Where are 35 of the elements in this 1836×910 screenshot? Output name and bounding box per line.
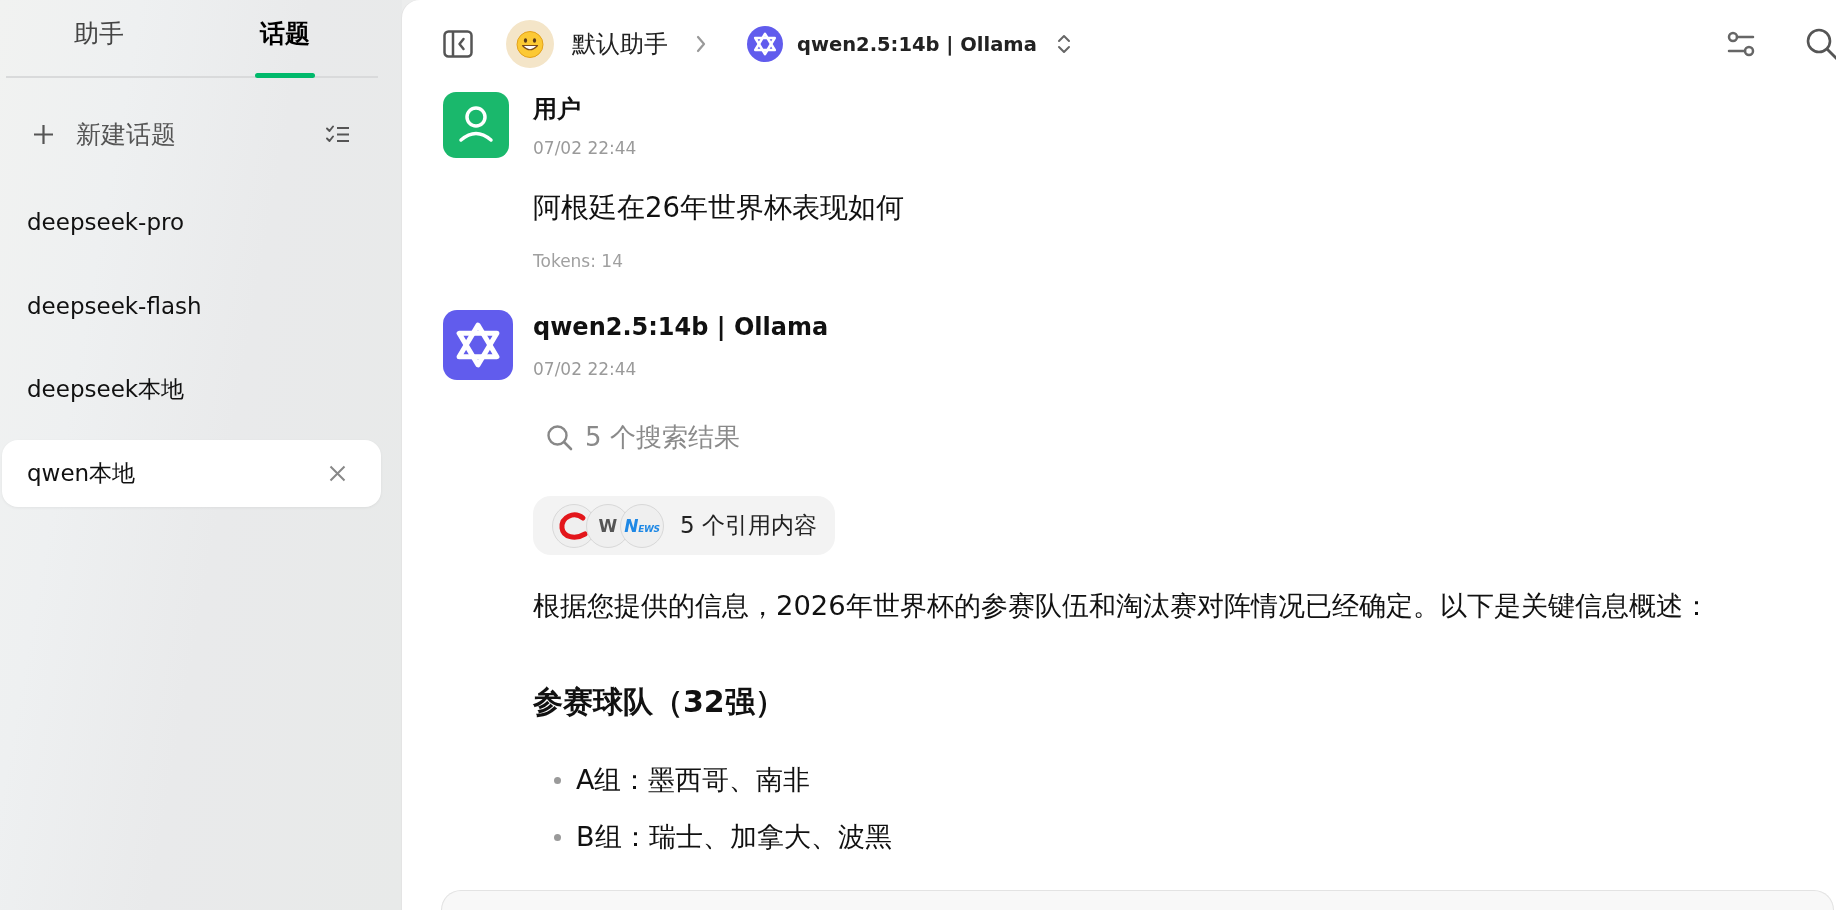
- topic-item[interactable]: deepseek-pro: [2, 188, 381, 255]
- chevron-updown-icon[interactable]: [1056, 33, 1071, 55]
- message-time: 07/02 22:44: [533, 358, 638, 381]
- model-name[interactable]: qwen2.5:14b | Ollama: [797, 32, 1037, 56]
- user-avatar-icon: [443, 92, 509, 158]
- chevron-right-icon: [696, 35, 706, 53]
- new-topic-button[interactable]: 新建话题: [31, 112, 178, 156]
- message-paragraph: 根据您提供的信息，2026年世界杯的参赛队伍和淘汰赛对阵情况已经确定。以下是关键信息概述：: [533, 589, 1710, 623]
- topic-item[interactable]: deepseek本地: [2, 356, 381, 423]
- sliders-icon[interactable]: [1727, 31, 1755, 57]
- plus-icon: [33, 123, 54, 145]
- assistant-avatar-icon: [443, 310, 513, 380]
- section-heading: 参赛球队（32强）: [533, 683, 785, 721]
- assistant-name[interactable]: 默认助手: [572, 28, 668, 60]
- checklist-icon[interactable]: [326, 124, 350, 144]
- sidebar-tab[interactable]: 话题: [192, 0, 378, 78]
- list-item: A组：墨西哥、南非: [576, 763, 811, 797]
- sender-name: 用户: [533, 94, 582, 125]
- topic-item[interactable]: deepseek-flash: [2, 272, 381, 339]
- bullet-icon: [554, 776, 561, 784]
- sender-name: qwen2.5:14b | Ollama: [533, 312, 830, 343]
- sidebar-toggle-icon[interactable]: [443, 30, 473, 58]
- search-icon[interactable]: [1806, 28, 1836, 60]
- close-icon[interactable]: [329, 465, 346, 482]
- topic-item[interactable]: qwen本地: [2, 440, 381, 507]
- smiley-avatar-icon[interactable]: [506, 20, 554, 68]
- message-input-field[interactable]: [441, 890, 1834, 910]
- token-count: Tokens: 14: [533, 250, 623, 273]
- search-icon: [546, 423, 573, 451]
- message-text: 阿根廷在26年世界杯表现如何: [533, 190, 904, 225]
- list-item: B组：瑞士、加拿大、波黑: [576, 820, 892, 854]
- bullet-icon: [554, 833, 561, 841]
- star-logo-icon: [747, 26, 783, 62]
- message-time: 07/02 22:44: [533, 137, 638, 160]
- sidebar-tab[interactable]: 助手: [6, 0, 192, 78]
